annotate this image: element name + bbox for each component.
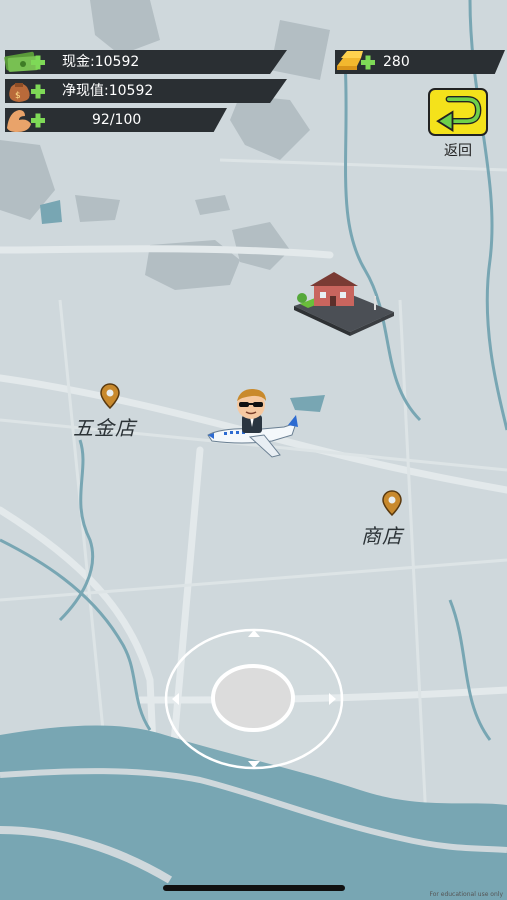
home-indicator[interactable]: [163, 885, 345, 891]
cash-bar: 现金:10592: [5, 50, 287, 74]
location-pin-icon[interactable]: [99, 383, 121, 409]
place-label-hardware-store[interactable]: 五金店: [73, 412, 136, 441]
cash-text: 现金:10592: [62, 54, 140, 70]
joystick[interactable]: [163, 627, 345, 771]
location-pin-icon[interactable]: [381, 490, 403, 516]
credit-text: For educational use only: [429, 891, 503, 898]
joystick-knob: [211, 664, 295, 732]
net-worth-text: 净现值:10592: [62, 83, 154, 99]
place-label-shop[interactable]: 商店: [361, 520, 403, 549]
energy-text: 92/100: [92, 112, 142, 128]
muscle-plus-icon[interactable]: [3, 104, 47, 134]
svg-text:$: $: [15, 91, 21, 101]
net-worth-bar: 净现值:10592: [5, 79, 287, 103]
house-building[interactable]: [290, 268, 398, 338]
money-bag-plus-icon[interactable]: $: [3, 75, 47, 105]
gold-plus-icon[interactable]: [333, 46, 377, 76]
player-on-airplane: [207, 389, 298, 458]
return-label: 返回: [444, 143, 472, 159]
u-turn-arrow-icon: [436, 95, 482, 132]
cash-plus-icon[interactable]: [3, 46, 47, 76]
gold-text: 280: [383, 54, 410, 70]
return-button[interactable]: [428, 88, 488, 136]
